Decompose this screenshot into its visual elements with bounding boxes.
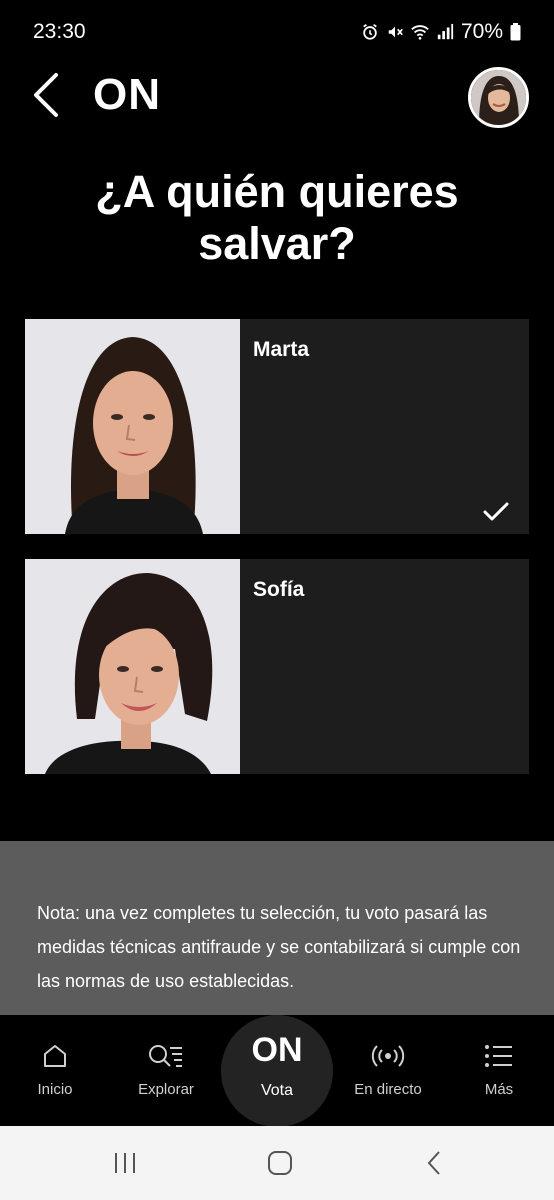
battery-percentage: 70% <box>460 20 503 43</box>
nav-label: Explorar <box>138 1081 194 1098</box>
candidate-photo <box>25 559 240 774</box>
nav-item-explorar[interactable]: Explorar <box>111 1015 221 1126</box>
note-section: Nota: una vez completes tu selección, tu… <box>0 841 554 1015</box>
candidate-portrait <box>25 559 240 774</box>
nav-label: En directo <box>354 1081 422 1098</box>
profile-photo <box>471 70 526 125</box>
battery-icon <box>510 23 521 41</box>
candidate-card-sofia[interactable]: Sofía <box>25 559 529 774</box>
explore-icon <box>149 1045 182 1067</box>
home-icon <box>44 1045 66 1067</box>
recents-icon[interactable] <box>110 1148 140 1178</box>
home-button-icon[interactable] <box>265 1148 295 1178</box>
candidate-portrait <box>25 319 240 534</box>
nav-label: Inicio <box>37 1081 73 1098</box>
nav-item-en-directo[interactable]: En directo <box>333 1015 443 1126</box>
status-time: 23:30 <box>33 20 86 43</box>
alarm-icon <box>363 24 377 40</box>
candidate-card-marta[interactable]: Marta <box>25 319 529 534</box>
candidate-name: Sofía <box>253 578 305 601</box>
candidate-photo <box>25 319 240 534</box>
system-nav-bar <box>0 1126 554 1200</box>
wifi-icon <box>411 25 429 40</box>
mute-icon <box>388 26 403 38</box>
on-logo: ON <box>251 1031 303 1069</box>
menu-icon <box>485 1045 512 1067</box>
status-icons: 70% <box>361 20 521 44</box>
user-avatar[interactable] <box>468 67 529 128</box>
note-text: Nota: una vez completes tu selección, tu… <box>37 903 521 991</box>
back-button[interactable] <box>26 70 70 120</box>
nav-label: Más <box>484 1081 514 1098</box>
nav-label: Vota <box>260 1082 294 1099</box>
status-bar: 23:30 70% <box>0 0 554 62</box>
nav-item-inicio[interactable]: Inicio <box>0 1015 110 1126</box>
back-icon[interactable] <box>420 1148 450 1178</box>
vote-question: ¿A quién quieres salvar? <box>30 166 524 270</box>
bottom-nav: Inicio Explorar ON Vota En directo Más <box>0 1015 554 1127</box>
question-line-2: salvar? <box>198 218 356 269</box>
check-icon <box>483 502 509 521</box>
live-icon <box>371 1045 405 1067</box>
app-title: ON <box>93 70 161 119</box>
chevron-left-icon <box>34 73 58 117</box>
nav-item-vota[interactable]: ON Vota <box>221 1015 333 1127</box>
candidate-name: Marta <box>253 338 310 361</box>
nav-item-mas[interactable]: Más <box>444 1015 554 1126</box>
signal-icon <box>437 23 454 40</box>
question-line-1: ¿A quién quieres <box>95 166 459 217</box>
app-header: ON <box>0 62 554 134</box>
